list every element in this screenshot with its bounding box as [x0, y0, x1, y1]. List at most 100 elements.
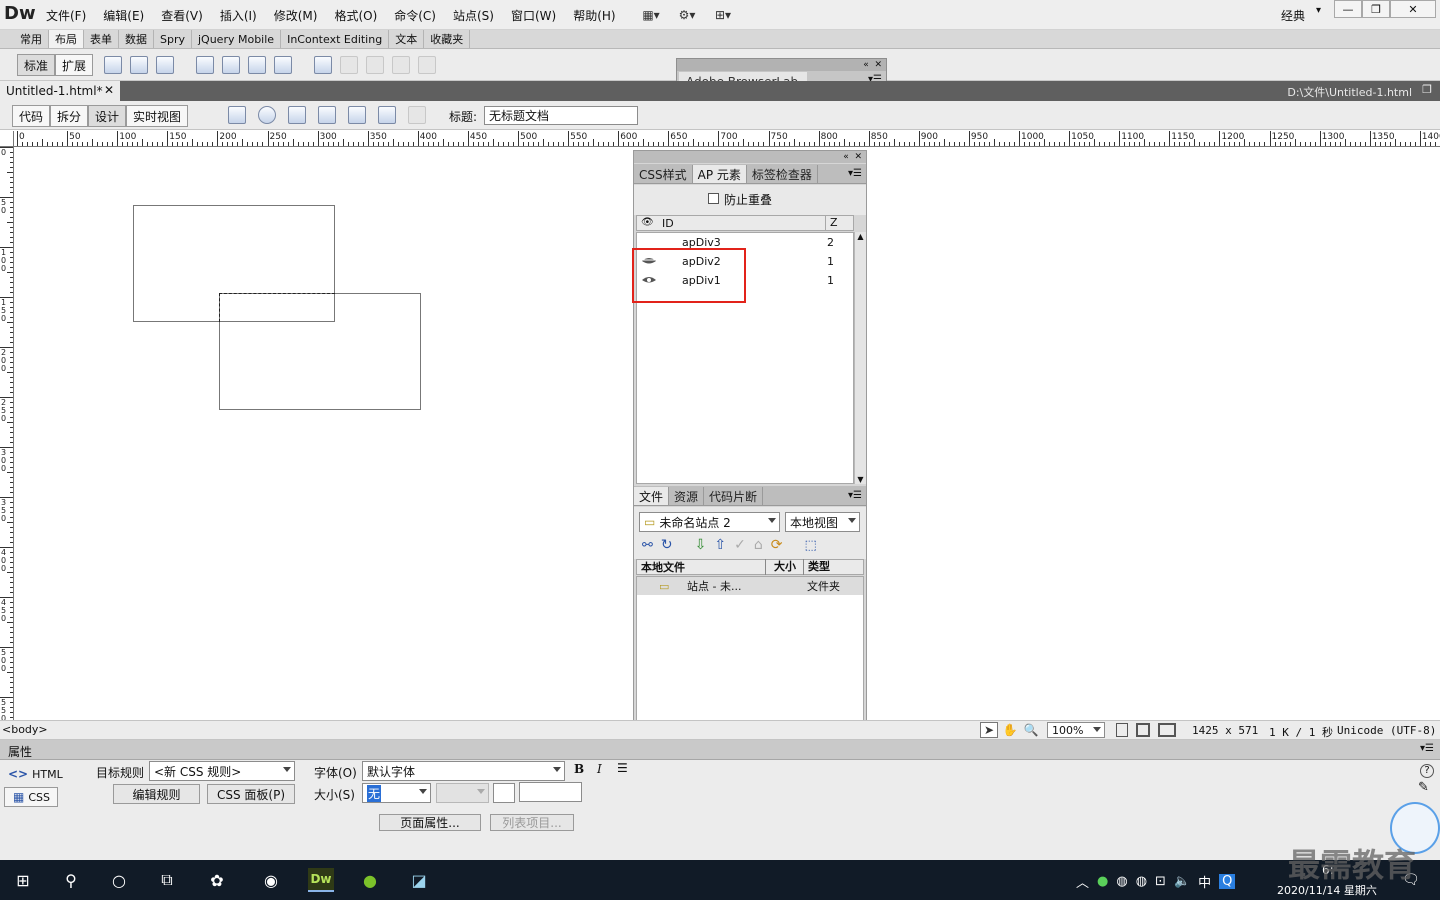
menu-help[interactable]: 帮助(H)	[573, 7, 615, 24]
site-select[interactable]: ▭ 未命名站点 2	[639, 512, 780, 532]
panel-collapse-icon[interactable]: « ✕	[677, 59, 886, 71]
column-z[interactable]: Z	[825, 215, 838, 231]
properties-header[interactable]: 属性 ▾☰	[0, 740, 1440, 760]
volume-icon[interactable]: 🔈	[1174, 874, 1190, 889]
file-management-icon[interactable]	[288, 106, 306, 124]
prevent-overlap-checkbox[interactable]	[708, 193, 719, 204]
task-view-icon[interactable]: ⧉	[154, 868, 180, 892]
zoom-select[interactable]: 100%	[1047, 722, 1105, 738]
q-app-icon[interactable]: Q	[1219, 874, 1236, 889]
menu-format[interactable]: 格式(O)	[334, 7, 377, 24]
quick-tag-editor-icon[interactable]: ✎	[1418, 780, 1429, 795]
insert-row-icon[interactable]	[392, 56, 410, 74]
zoom-tool-icon[interactable]: 🔍	[1022, 722, 1040, 738]
page-properties-button[interactable]: 页面属性...	[379, 814, 481, 831]
file-row-site[interactable]: ▭ 站点 - 未... 文件夹	[637, 577, 863, 595]
design-view-button[interactable]: 设计	[88, 105, 127, 127]
refresh-icon[interactable]	[408, 106, 426, 124]
menu-commands[interactable]: 命令(C)	[394, 7, 436, 24]
minimize-button[interactable]: —	[1334, 0, 1362, 18]
align-icon[interactable]: ☰	[617, 761, 628, 775]
check-browser-icon[interactable]	[348, 106, 366, 124]
live-view-button[interactable]: 实时视图	[126, 105, 189, 127]
tab-common[interactable]: 常用	[14, 30, 49, 48]
expand-icon[interactable]: ⬚	[804, 538, 816, 553]
scroll-up-icon[interactable]: ▲	[855, 232, 866, 241]
gear-icon[interactable]: ⚙▾	[676, 5, 698, 25]
tab-jquery-mobile[interactable]: jQuery Mobile	[192, 30, 282, 48]
get-files-icon[interactable]: ⇩	[695, 537, 707, 553]
div-tag-icon[interactable]	[130, 56, 148, 74]
restore-button[interactable]: ❐	[1362, 0, 1390, 18]
tab-favorites[interactable]: 收藏夹	[424, 30, 471, 48]
notes-app-icon[interactable]: ◪	[406, 868, 432, 892]
design-canvas[interactable]	[15, 148, 633, 720]
list-item-button[interactable]: 列表项目...	[490, 814, 574, 831]
tab-forms[interactable]: 表单	[84, 30, 119, 48]
check-in-icon[interactable]: ⌂	[754, 537, 763, 553]
desktop-size-icon[interactable]	[1158, 723, 1176, 737]
site-manager-icon[interactable]: ⊞▾	[712, 5, 734, 25]
panel-menu-icon[interactable]: ▾☰	[848, 490, 862, 501]
view-select[interactable]: 本地视图	[785, 512, 860, 532]
frames-icon[interactable]	[340, 56, 358, 74]
help-icon[interactable]: ?	[1420, 764, 1434, 778]
document-tab[interactable]: Untitled-1.html* ✕	[0, 81, 120, 101]
window-size[interactable]: 1425 x 571	[1192, 724, 1258, 737]
visual-aids-icon[interactable]	[378, 106, 396, 124]
panel-menu-icon[interactable]: ▾☰	[1420, 743, 1434, 754]
tab-tag-inspector[interactable]: 标签检查器	[747, 165, 818, 183]
standard-mode-button[interactable]: 标准	[17, 54, 56, 76]
tab-assets[interactable]: 资源	[669, 487, 705, 505]
color-picker[interactable]	[493, 783, 515, 803]
panel-menu-icon[interactable]: ▾☰	[848, 168, 862, 179]
tab-data[interactable]: 数据	[119, 30, 154, 48]
bold-button[interactable]: B	[574, 762, 584, 776]
menu-window[interactable]: 窗口(W)	[511, 7, 556, 24]
dreamweaver-taskbar-icon[interactable]: Dw	[308, 868, 334, 892]
tab-spry[interactable]: Spry	[154, 30, 192, 48]
network-icon[interactable]: ⊡	[1155, 874, 1166, 889]
tablet-size-icon[interactable]	[1136, 723, 1150, 737]
tab-ap-elements[interactable]: AP 元素	[692, 165, 747, 183]
spry-tabs-icon[interactable]	[222, 56, 240, 74]
qq-icon[interactable]: ◍	[1116, 874, 1127, 889]
tab-layout[interactable]: 布局	[49, 30, 84, 48]
close-button[interactable]: ✕	[1390, 0, 1436, 18]
italic-button[interactable]: I	[597, 762, 602, 776]
refresh-icon[interactable]: ↻	[661, 537, 673, 553]
html-mode-button[interactable]: <> HTML	[8, 767, 63, 781]
menu-view[interactable]: 查看(V)	[161, 7, 203, 24]
expanded-mode-button[interactable]: 扩展	[55, 54, 94, 76]
menu-edit[interactable]: 编辑(E)	[103, 7, 144, 24]
put-files-icon[interactable]: ⇧	[714, 537, 726, 553]
ruler-origin[interactable]	[0, 131, 14, 147]
pointer-tool-icon[interactable]: ➤	[980, 722, 998, 738]
split-view-button[interactable]: 拆分	[50, 105, 89, 127]
tab-files[interactable]: 文件	[634, 487, 670, 505]
qq-icon[interactable]: ◍	[1136, 874, 1147, 889]
tab-incontext-editing[interactable]: InContext Editing	[281, 30, 390, 48]
ime-indicator[interactable]: 中	[1198, 872, 1211, 891]
tab-snippets[interactable]: 代码片断	[704, 487, 764, 505]
tab-text[interactable]: 文本	[389, 30, 425, 48]
insert-column-icon[interactable]	[418, 56, 436, 74]
column-id[interactable]: ID	[662, 217, 674, 230]
hand-tool-icon[interactable]: ✋	[1001, 722, 1019, 738]
check-out-icon[interactable]: ✓	[734, 537, 746, 553]
connect-icon[interactable]: ⚯	[642, 538, 653, 553]
preview-browser-icon[interactable]	[258, 106, 276, 124]
layout-icon[interactable]: ▦▾	[640, 5, 662, 25]
table-icon[interactable]	[104, 56, 122, 74]
table-select-icon[interactable]	[366, 56, 384, 74]
melon-app-icon[interactable]: ●	[357, 868, 383, 892]
mobile-size-icon[interactable]	[1116, 723, 1128, 737]
menu-insert[interactable]: 插入(I)	[220, 7, 257, 24]
menu-site[interactable]: 站点(S)	[453, 7, 494, 24]
restore-document-icon[interactable]: ❐	[1422, 83, 1432, 96]
ap-div-icon[interactable]	[156, 56, 174, 74]
eye-icon[interactable]: 👁	[641, 217, 654, 228]
scroll-down-icon[interactable]: ▼	[855, 475, 866, 484]
spry-collapsible-icon[interactable]	[274, 56, 292, 74]
size-select[interactable]: 无	[362, 783, 431, 803]
